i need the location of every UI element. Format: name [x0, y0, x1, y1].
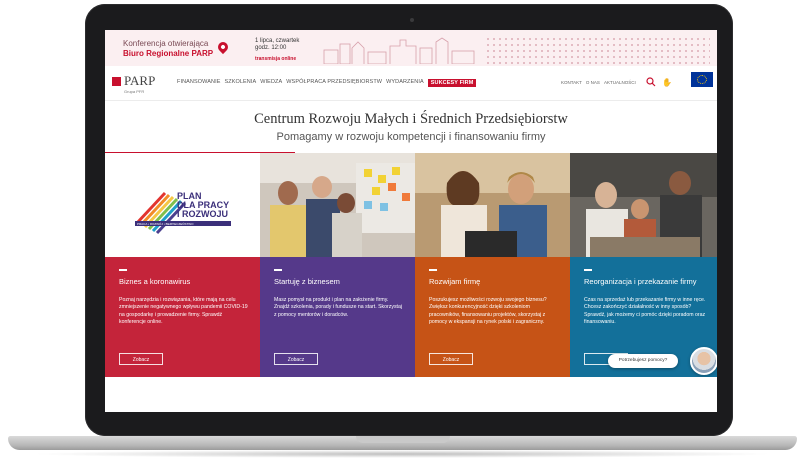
- menu-szkolenia[interactable]: SZKOLENIA: [224, 79, 256, 87]
- laptop-frame: Konferencja otwierająca Biuro Regionalne…: [0, 0, 805, 467]
- menu-aktualnosci[interactable]: AKTUALNOŚCI: [604, 80, 636, 85]
- main-menu: FINANSOWANIE SZKOLENIA WIEDZA WSPÓŁPRACA…: [177, 79, 477, 87]
- card-reorganizacja[interactable]: Reorganizacja i przekazanie firmy Czas n…: [570, 153, 717, 377]
- card-dash: [429, 269, 437, 271]
- photo-people-laptop: [415, 153, 570, 257]
- card-dash: [274, 269, 282, 271]
- plan-line3: I ROZWOJU: [177, 209, 228, 219]
- main-navbar: PARP Grupa PFR FINANSOWANIE SZKOLENIA WI…: [105, 66, 717, 101]
- page-title: Centrum Rozwoju Małych i Średnich Przeds…: [254, 111, 568, 127]
- menu-o-nas[interactable]: O NAS: [586, 80, 600, 85]
- see-button[interactable]: Zobacz: [274, 353, 318, 365]
- card-description: Czas na sprzedaż lub przekazanie firmy w…: [584, 297, 706, 326]
- laptop-shadow: [30, 450, 775, 458]
- page-subtitle: Pomagamy w rozwoju kompetencji i finanso…: [276, 131, 546, 143]
- help-chat-bubble[interactable]: Potrzebujesz pomocy?: [608, 354, 678, 368]
- banner-date: 1 lipca, czwartek godz. 12:00: [255, 38, 299, 52]
- card-title: Biznes a koronawirus: [119, 277, 191, 286]
- page-bottom: [105, 377, 717, 412]
- parp-logo-mark[interactable]: [112, 77, 121, 86]
- menu-wydarzenia[interactable]: WYDARZENIA: [386, 79, 424, 87]
- location-pin-icon: [215, 39, 231, 55]
- see-button[interactable]: Zobacz: [429, 353, 473, 365]
- conference-banner[interactable]: Konferencja otwierająca Biuro Regionalne…: [105, 30, 717, 66]
- banner-dot-pattern: [485, 36, 710, 64]
- browser-screen: Konferencja otwierająca Biuro Regionalne…: [105, 30, 717, 412]
- banner-date-line1: 1 lipca, czwartek: [255, 38, 300, 44]
- plan-stripes-icon: PLAN DLA PRACY I ROZWOJU PRACA • ROZWÓJ …: [135, 191, 231, 235]
- card-koronawirus[interactable]: PLAN DLA PRACY I ROZWOJU PRACA • ROZWÓJ …: [105, 153, 260, 377]
- card-title: Startuję z biznesem: [274, 277, 340, 286]
- banner-line1: Konferencja otwierająca: [123, 39, 209, 48]
- card-info: Rozwijam firmę Poszukujesz możliwości ro…: [415, 257, 570, 377]
- card-description: Poznaj narzędzia i rozwiązania, które ma…: [119, 297, 248, 326]
- banner-transmission: transmisja online: [255, 56, 297, 62]
- secondary-menu: KONTAKT O NAS AKTUALNOŚCI: [561, 80, 636, 85]
- card-startuje[interactable]: Startuję z biznesem Masz pomysł na produ…: [260, 153, 415, 377]
- service-cards: PLAN DLA PRACY I ROZWOJU PRACA • ROZWÓJ …: [105, 153, 717, 377]
- sign-language-icon[interactable]: ✋: [662, 78, 672, 87]
- parp-logo-sub: Grupa PFR: [124, 89, 145, 94]
- card-title: Reorganizacja i przekazanie firmy: [584, 277, 697, 286]
- menu-sukcesy-firm[interactable]: SUKCESY FIRM: [427, 79, 477, 87]
- card-dash: [119, 269, 127, 271]
- menu-wspolpraca[interactable]: WSPÓŁPRACA PRZEDSIĘBIORSTW: [286, 79, 382, 87]
- camera-icon: [410, 18, 414, 22]
- parp-logo[interactable]: PARP: [124, 73, 155, 89]
- laptop-notch: [356, 436, 450, 443]
- card-info: Startuję z biznesem Masz pomysł na produ…: [260, 257, 415, 377]
- photo-team-meeting: [260, 153, 415, 257]
- card-description: Masz pomysł na produkt i plan na założen…: [274, 297, 403, 318]
- menu-finansowanie[interactable]: FINANSOWANIE: [177, 79, 220, 87]
- card-rozwijam[interactable]: Rozwijam firmę Poszukujesz możliwości ro…: [415, 153, 570, 377]
- menu-wiedza[interactable]: WIEDZA: [260, 79, 282, 87]
- eu-flag-icon: [691, 72, 713, 87]
- card-description: Poszukujesz możliwości rozwoju swojego b…: [429, 297, 547, 326]
- menu-kontakt[interactable]: KONTAKT: [561, 80, 582, 85]
- photo-office-team: [570, 153, 717, 257]
- search-icon[interactable]: [646, 77, 656, 87]
- banner-line2: Biuro Regionalne PARP: [123, 49, 214, 58]
- plan-tag: PRACA • ROZWÓJ • BEZPIECZEŃSTWO: [137, 221, 194, 226]
- city-skyline-illustration: [323, 37, 475, 64]
- plan-dla-pracy-graphic: PLAN DLA PRACY I ROZWOJU PRACA • ROZWÓJ …: [105, 153, 260, 257]
- banner-date-line2: godz. 12:00: [255, 45, 287, 51]
- see-button[interactable]: Zobacz: [119, 353, 163, 365]
- card-title: Rozwijam firmę: [429, 277, 481, 286]
- card-info: Biznes a koronawirus Poznaj narzędzia i …: [105, 257, 260, 377]
- consultant-avatar[interactable]: [690, 347, 717, 375]
- card-dash: [584, 269, 592, 271]
